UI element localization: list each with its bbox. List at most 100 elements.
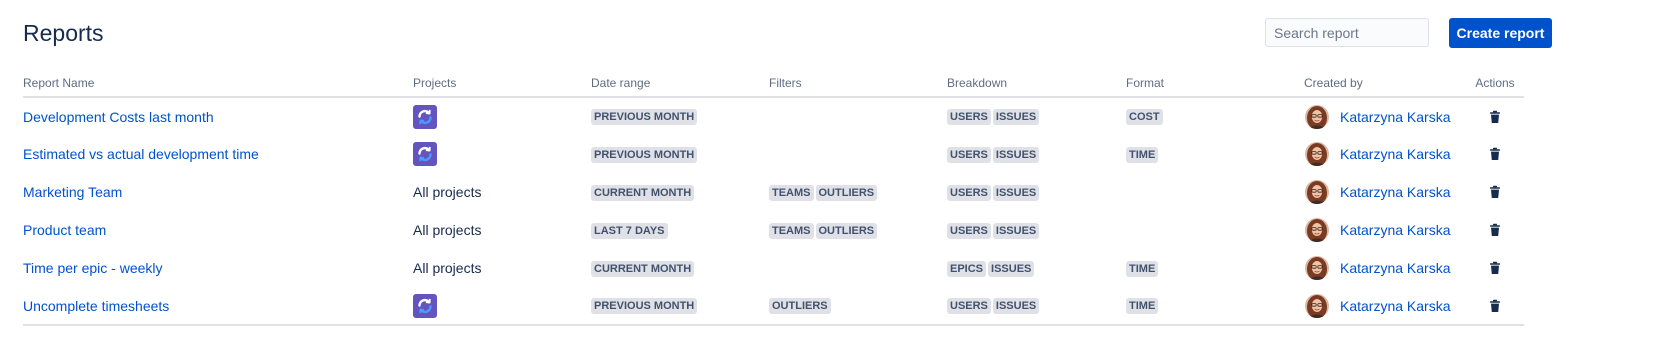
column-header-created-by[interactable]: Created by: [1304, 70, 1466, 98]
lozenge-outliers: OUTLIERS: [815, 222, 878, 239]
column-header-actions: Actions: [1466, 70, 1524, 98]
trash-icon[interactable]: [1488, 110, 1502, 124]
creator: Katarzyna Karska: [1304, 180, 1466, 204]
report-name-link[interactable]: Development Costs last month: [23, 109, 214, 125]
lozenge-time: TIME: [1126, 298, 1159, 315]
cell-projects: [413, 97, 591, 135]
date-range-lozenge: PREVIOUS MONTH: [591, 109, 698, 126]
lozenge-issues: ISSUES: [992, 184, 1040, 201]
report-name-link[interactable]: Time per epic - weekly: [23, 260, 163, 276]
table-row: Uncomplete timesheets PREVIOUS MONTH OUTLI…: [23, 287, 1524, 326]
lozenge-users: USERS: [947, 184, 991, 201]
search-input[interactable]: [1265, 18, 1429, 47]
cell-breakdown: USERS ISSUES: [947, 211, 1126, 249]
cell-created-by: Katarzyna Karska: [1304, 97, 1466, 135]
cell-format: COST: [1126, 97, 1304, 135]
cell-breakdown: USERS ISSUES: [947, 135, 1126, 173]
avatar: [1305, 142, 1329, 166]
cell-report-name: Estimated vs actual development time: [23, 135, 413, 173]
trash-icon[interactable]: [1488, 223, 1502, 237]
lozenge-time: TIME: [1126, 260, 1159, 277]
report-name-link[interactable]: Uncomplete timesheets: [23, 298, 169, 314]
cell-projects: [413, 135, 591, 173]
cell-filters: OUTLIERS: [769, 287, 947, 326]
creator-name-link[interactable]: Katarzyna Karska: [1340, 109, 1451, 125]
avatar: [1305, 293, 1329, 318]
cell-created-by: Katarzyna Karska: [1304, 287, 1466, 326]
avatar: [1305, 180, 1329, 204]
cell-report-name: Time per epic - weekly: [23, 249, 413, 287]
column-header-projects[interactable]: Projects: [413, 70, 591, 98]
table-row: Time per epic - weekly All projects CURREN…: [23, 249, 1524, 287]
cell-breakdown: EPICS ISSUES: [947, 249, 1126, 287]
trash-icon[interactable]: [1488, 147, 1502, 161]
cell-filters: TEAMS OUTLIERS: [769, 173, 947, 211]
creator: Katarzyna Karska: [1304, 218, 1466, 242]
reports-page: Reports Create report Report Name Projec…: [0, 0, 1657, 354]
trash-icon[interactable]: [1488, 185, 1502, 199]
report-name-link[interactable]: Product team: [23, 222, 106, 238]
column-header-format[interactable]: Format: [1126, 70, 1304, 98]
cell-actions: [1466, 249, 1524, 287]
cell-format: [1126, 173, 1304, 211]
projects-text: All projects: [413, 260, 482, 276]
creator: Katarzyna Karska: [1304, 256, 1466, 280]
creator: Katarzyna Karska: [1304, 142, 1466, 166]
cell-date-range: CURRENT MONTH: [591, 173, 769, 211]
cell-format: [1126, 211, 1304, 249]
projects-text: All projects: [413, 222, 482, 238]
lozenge-teams: TEAMS: [769, 222, 814, 239]
create-report-button[interactable]: Create report: [1449, 18, 1552, 48]
report-rows: Development Costs last month PREVIOUS MON…: [23, 97, 1524, 326]
lozenge-time: TIME: [1126, 146, 1159, 163]
creator: Katarzyna Karska: [1304, 293, 1466, 318]
column-header-filters[interactable]: Filters: [769, 70, 947, 98]
lozenge-outliers: OUTLIERS: [815, 184, 878, 201]
cell-report-name: Product team: [23, 211, 413, 249]
lozenge-issues: ISSUES: [992, 298, 1040, 315]
column-header-breakdown[interactable]: Breakdown: [947, 70, 1126, 98]
cell-report-name: Uncomplete timesheets: [23, 287, 413, 326]
cell-created-by: Katarzyna Karska: [1304, 173, 1466, 211]
date-range-lozenge: PREVIOUS MONTH: [591, 298, 698, 315]
creator-name-link[interactable]: Katarzyna Karska: [1340, 146, 1451, 162]
table-row: Estimated vs actual development time PREV…: [23, 135, 1524, 173]
cell-breakdown: USERS ISSUES: [947, 97, 1126, 135]
avatar: [1305, 256, 1329, 280]
creator-name-link[interactable]: Katarzyna Karska: [1340, 222, 1451, 238]
page-title: Reports: [23, 20, 104, 46]
trash-icon[interactable]: [1488, 299, 1502, 313]
cell-breakdown: USERS ISSUES: [947, 287, 1126, 326]
lozenge-teams: TEAMS: [769, 184, 814, 201]
cell-filters: [769, 249, 947, 287]
column-header-name[interactable]: Report Name: [23, 70, 413, 98]
creator-name-link[interactable]: Katarzyna Karska: [1340, 260, 1451, 276]
report-name-link[interactable]: Marketing Team: [23, 184, 122, 200]
cell-created-by: Katarzyna Karska: [1304, 211, 1466, 249]
lozenge-issues: ISSUES: [992, 146, 1040, 163]
cell-filters: [769, 135, 947, 173]
project-icon[interactable]: [413, 104, 437, 129]
cell-projects: All projects: [413, 249, 591, 287]
creator-name-link[interactable]: Katarzyna Karska: [1340, 298, 1451, 314]
cell-filters: [769, 97, 947, 135]
project-icon[interactable]: [413, 293, 437, 318]
cell-date-range: PREVIOUS MONTH: [591, 97, 769, 135]
column-header-date-range[interactable]: Date range: [591, 70, 769, 98]
avatar: [1305, 218, 1329, 242]
cell-projects: All projects: [413, 173, 591, 211]
project-icon[interactable]: [413, 142, 437, 166]
trash-icon[interactable]: [1488, 261, 1502, 275]
cell-actions: [1466, 287, 1524, 326]
lozenge-epics: EPICS: [947, 260, 987, 277]
cell-actions: [1466, 135, 1524, 173]
table-header-row: Report Name Projects Date range Filters …: [23, 70, 1524, 98]
report-name-link[interactable]: Estimated vs actual development time: [23, 146, 259, 162]
lozenge-issues: ISSUES: [992, 222, 1040, 239]
lozenge-cost: COST: [1126, 109, 1163, 126]
date-range-lozenge: PREVIOUS MONTH: [591, 146, 698, 163]
date-range-lozenge: CURRENT MONTH: [591, 260, 695, 277]
creator-name-link[interactable]: Katarzyna Karska: [1340, 184, 1451, 200]
table-row: Development Costs last month PREVIOUS MON…: [23, 97, 1524, 135]
cell-date-range: CURRENT MONTH: [591, 249, 769, 287]
